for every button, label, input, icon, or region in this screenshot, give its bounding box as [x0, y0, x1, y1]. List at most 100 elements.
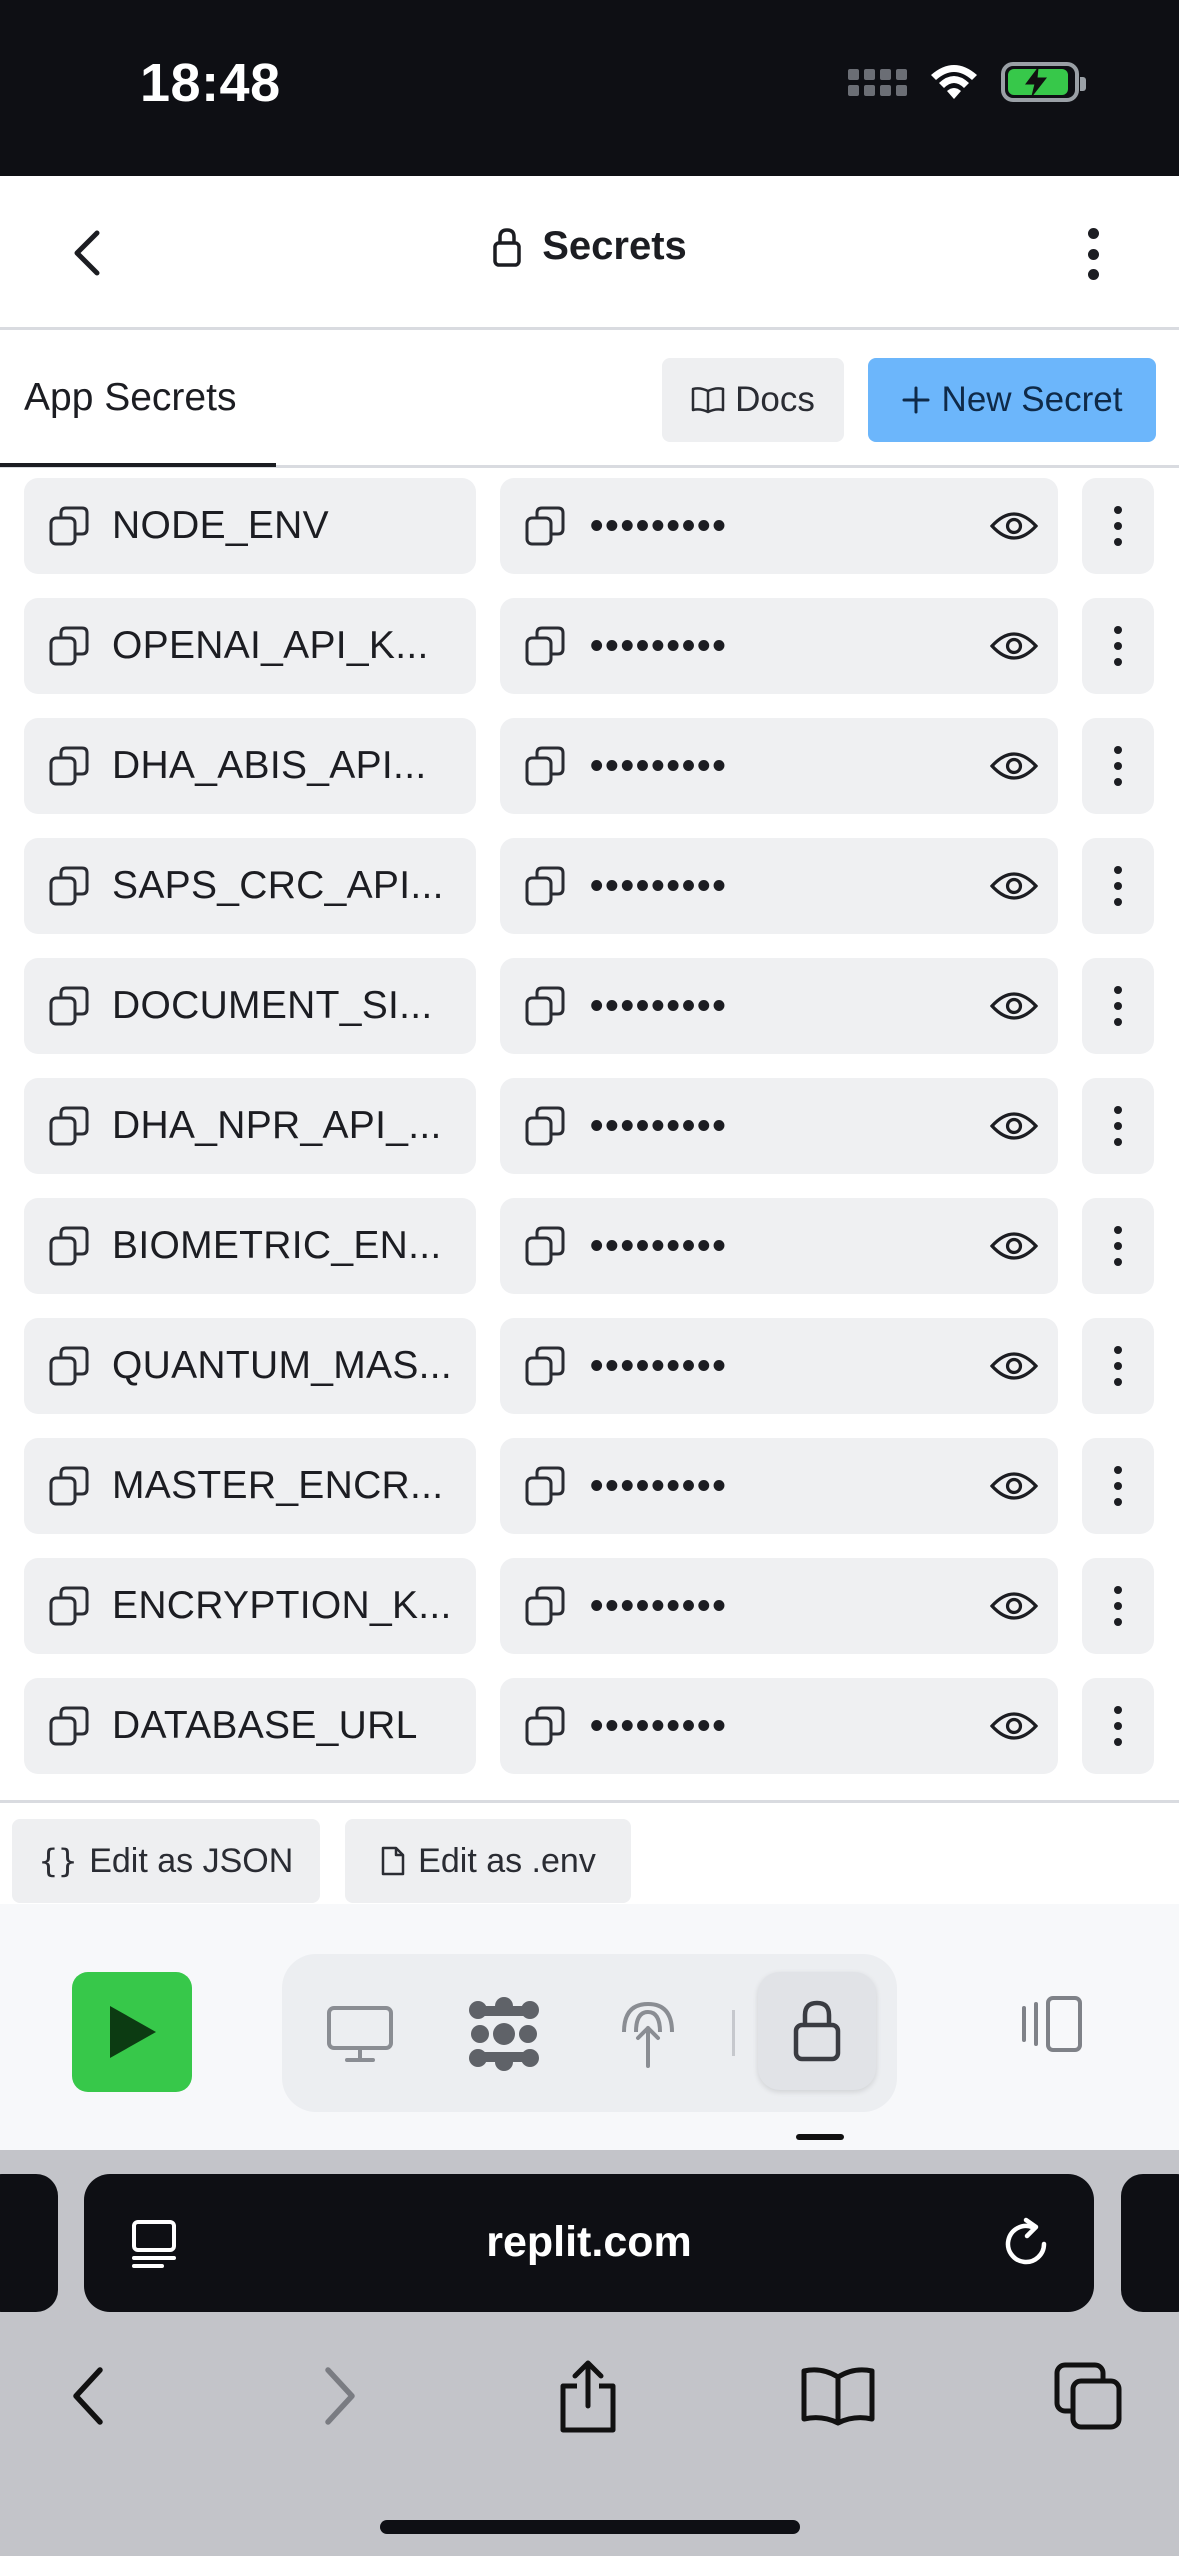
tool-deployments[interactable]: [598, 1984, 698, 2084]
new-secret-button[interactable]: New Secret: [868, 358, 1156, 442]
secret-key-field[interactable]: OPENAI_API_K...: [24, 598, 476, 694]
previous-tab-preview[interactable]: [0, 2174, 58, 2312]
bookmarks-button[interactable]: [798, 2356, 878, 2436]
copy-icon[interactable]: [48, 1345, 90, 1387]
url-text: replit.com: [486, 2218, 692, 2266]
copy-icon[interactable]: [524, 1465, 566, 1507]
panels-button[interactable]: [1000, 1974, 1100, 2074]
reveal-secret-button[interactable]: [990, 984, 1038, 1028]
secret-value-field[interactable]: •••••••••: [500, 1318, 1058, 1414]
secret-key-field[interactable]: SAPS_CRC_API...: [24, 838, 476, 934]
lock-icon: [493, 227, 521, 267]
secret-value-field[interactable]: •••••••••: [500, 1678, 1058, 1774]
copy-icon[interactable]: [48, 745, 90, 787]
reveal-secret-button[interactable]: [990, 504, 1038, 548]
workspace-toolbar: [0, 1904, 1179, 2150]
copy-icon[interactable]: [524, 505, 566, 547]
run-button[interactable]: [72, 1972, 192, 2092]
reveal-secret-button[interactable]: [990, 1344, 1038, 1388]
reveal-secret-button[interactable]: [990, 624, 1038, 668]
copy-icon[interactable]: [48, 1105, 90, 1147]
reveal-secret-button[interactable]: [990, 864, 1038, 908]
secret-options-button[interactable]: [1082, 1558, 1154, 1654]
secret-key-label: OPENAI_API_K...: [112, 624, 429, 667]
secret-options-button[interactable]: [1082, 1318, 1154, 1414]
secret-options-button[interactable]: [1082, 1438, 1154, 1534]
docs-button[interactable]: Docs: [662, 358, 844, 442]
copy-icon[interactable]: [48, 505, 90, 547]
next-tab-preview[interactable]: [1121, 2174, 1179, 2312]
more-options-button[interactable]: [1073, 224, 1113, 284]
secret-key-field[interactable]: DATABASE_URL: [24, 1678, 476, 1774]
secret-value-field[interactable]: •••••••••: [500, 478, 1058, 574]
copy-icon[interactable]: [48, 1585, 90, 1627]
copy-icon[interactable]: [48, 865, 90, 907]
secret-options-button[interactable]: [1082, 1078, 1154, 1174]
secret-options-button[interactable]: [1082, 478, 1154, 574]
copy-icon[interactable]: [48, 1465, 90, 1507]
copy-icon[interactable]: [524, 1585, 566, 1627]
reveal-secret-button[interactable]: [990, 1104, 1038, 1148]
edit-as-env-button[interactable]: Edit as .env: [345, 1819, 631, 1903]
copy-icon[interactable]: [524, 625, 566, 667]
secret-key-field[interactable]: ENCRYPTION_K...: [24, 1558, 476, 1654]
reveal-secret-button[interactable]: [990, 744, 1038, 788]
copy-icon[interactable]: [524, 1705, 566, 1747]
tabs-button[interactable]: [1048, 2356, 1128, 2436]
secret-value-field[interactable]: •••••••••: [500, 598, 1058, 694]
secret-value-field[interactable]: •••••••••: [500, 1078, 1058, 1174]
copy-icon[interactable]: [524, 1225, 566, 1267]
tool-webview[interactable]: [310, 1984, 410, 2084]
copy-icon[interactable]: [524, 985, 566, 1027]
secret-options-button[interactable]: [1082, 958, 1154, 1054]
browser-back-button[interactable]: [48, 2356, 128, 2436]
copy-icon[interactable]: [524, 745, 566, 787]
edit-as-json-button[interactable]: {} Edit as JSON: [12, 1819, 320, 1903]
secret-key-field[interactable]: DOCUMENT_SI...: [24, 958, 476, 1054]
browser-forward-button[interactable]: [300, 2356, 380, 2436]
tool-secrets[interactable]: [758, 1972, 876, 2090]
secret-key-field[interactable]: DHA_ABIS_API...: [24, 718, 476, 814]
secret-value-masked: •••••••••: [590, 744, 728, 787]
copy-icon[interactable]: [48, 985, 90, 1027]
copy-icon[interactable]: [524, 1105, 566, 1147]
secret-options-button[interactable]: [1082, 598, 1154, 694]
page-title: Secrets: [542, 224, 687, 268]
secret-value-masked: •••••••••: [590, 1584, 728, 1627]
secret-row: DHA_ABIS_API... •••••••••: [0, 718, 1179, 838]
eye-icon: [990, 1712, 1038, 1740]
desktop-icon: [327, 2006, 393, 2062]
reveal-secret-button[interactable]: [990, 1584, 1038, 1628]
secret-value-field[interactable]: •••••••••: [500, 838, 1058, 934]
copy-icon[interactable]: [524, 865, 566, 907]
secret-options-button[interactable]: [1082, 718, 1154, 814]
copy-icon[interactable]: [48, 1705, 90, 1747]
secret-value-field[interactable]: •••••••••: [500, 1438, 1058, 1534]
copy-icon[interactable]: [48, 625, 90, 667]
secret-value-field[interactable]: •••••••••: [500, 1558, 1058, 1654]
secret-key-field[interactable]: BIOMETRIC_EN...: [24, 1198, 476, 1294]
address-bar[interactable]: replit.com: [84, 2174, 1094, 2312]
secret-value-field[interactable]: •••••••••: [500, 958, 1058, 1054]
secret-value-masked: •••••••••: [590, 1344, 728, 1387]
copy-icon[interactable]: [524, 1345, 566, 1387]
secret-key-field[interactable]: DHA_NPR_API_...: [24, 1078, 476, 1174]
secret-key-field[interactable]: MASTER_ENCR...: [24, 1438, 476, 1534]
secret-options-button[interactable]: [1082, 838, 1154, 934]
reveal-secret-button[interactable]: [990, 1224, 1038, 1268]
tool-extensions[interactable]: [454, 1984, 554, 2084]
share-button[interactable]: [548, 2356, 628, 2436]
reveal-secret-button[interactable]: [990, 1464, 1038, 1508]
secret-value-field[interactable]: •••••••••: [500, 1198, 1058, 1294]
secret-key-field[interactable]: NODE_ENV: [24, 478, 476, 574]
secret-options-button[interactable]: [1082, 1678, 1154, 1774]
reveal-secret-button[interactable]: [990, 1704, 1038, 1748]
secret-options-button[interactable]: [1082, 1198, 1154, 1294]
reload-icon[interactable]: [998, 2216, 1054, 2272]
secret-key-label: DATABASE_URL: [112, 1704, 418, 1747]
eye-icon: [990, 512, 1038, 540]
tab-app-secrets[interactable]: App Secrets: [24, 376, 236, 420]
copy-icon[interactable]: [48, 1225, 90, 1267]
secret-key-field[interactable]: QUANTUM_MAS...: [24, 1318, 476, 1414]
secret-value-field[interactable]: •••••••••: [500, 718, 1058, 814]
